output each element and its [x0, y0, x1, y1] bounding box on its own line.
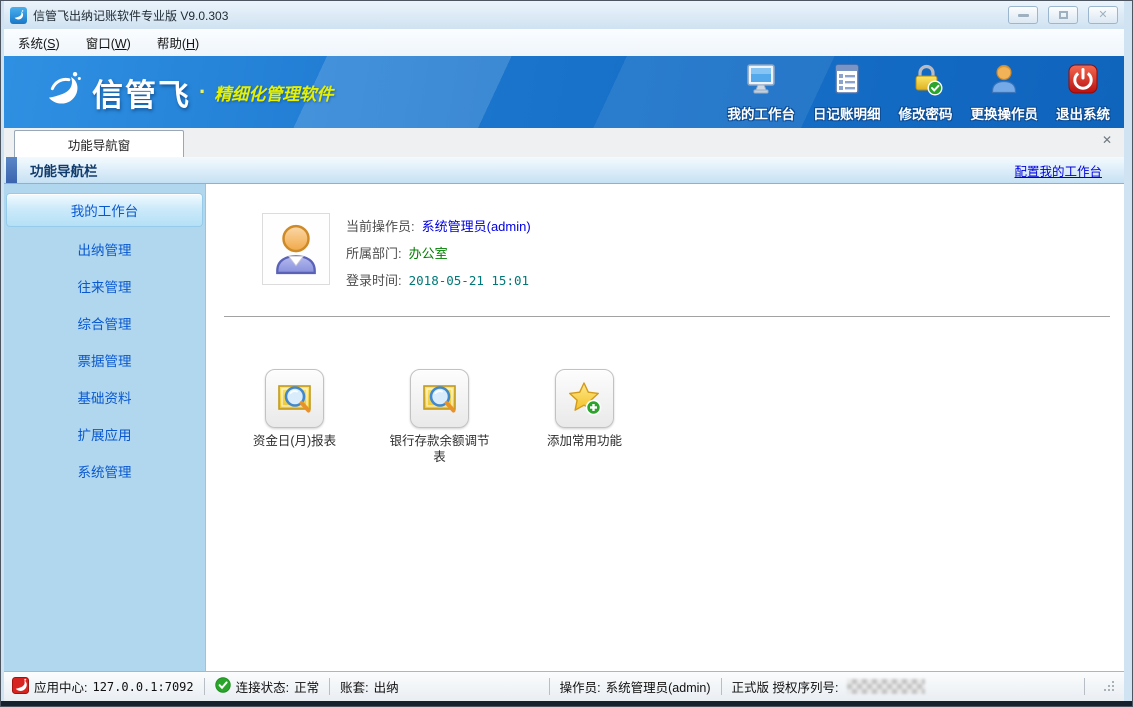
lock-check-icon [909, 62, 943, 101]
title-bar: 信管飞出纳记账软件专业版 V9.0.303 ✕ [4, 1, 1124, 29]
menu-window[interactable]: 窗口(W) [86, 33, 131, 52]
toolbar-exit-system-button[interactable]: 退出系统 [1056, 62, 1110, 123]
brand-name: 信管飞 [92, 70, 191, 115]
main-content: 当前操作员: 系统管理员(admin) 所属部门: 办公室 登录时间: 2018… [206, 184, 1124, 671]
maximize-icon [1059, 11, 1068, 19]
operator-value: 系统管理员(admin) [422, 216, 531, 235]
avatar [262, 213, 330, 285]
brand-separator: · [199, 79, 206, 105]
department-label: 所属部门: [346, 243, 402, 262]
toolbar-my-workbench-button[interactable]: 我的工作台 [728, 62, 796, 123]
account-set-label: 账套: [340, 677, 368, 696]
status-bar: 应用中心: 127.0.0.1:7092 连接状态: 正常 账套: 出纳 操作员… [4, 671, 1124, 701]
content-divider [224, 316, 1110, 317]
connection-label: 连接状态: [236, 677, 289, 696]
check-circle-icon [215, 677, 231, 696]
brand-tagline: 精细化管理软件 [214, 80, 333, 105]
status-separator [549, 678, 550, 695]
minimize-icon [1018, 14, 1029, 17]
app-center-label: 应用中心: [34, 677, 87, 696]
shortcut-add-common-function[interactable]: 添加常用功能 [512, 369, 657, 465]
monitor-icon [744, 62, 778, 101]
account-set-value: 出纳 [374, 677, 399, 696]
resize-grip[interactable] [1103, 680, 1116, 693]
status-operator-value: 系统管理员(admin) [606, 677, 711, 696]
window-title: 信管飞出纳记账软件专业版 V9.0.303 [33, 7, 998, 24]
maximize-button[interactable] [1048, 6, 1078, 24]
header-toolbar: 我的工作台 日记账明细 修改密码 更换操作员 [728, 62, 1125, 123]
sidebar: 我的工作台 出纳管理 往来管理 综合管理 票据管理 基础资料 扩展应用 系统管理 [4, 184, 206, 671]
body-row: 我的工作台 出纳管理 往来管理 综合管理 票据管理 基础资料 扩展应用 系统管理 [4, 184, 1124, 671]
sidebar-item-system-management[interactable]: 系统管理 [4, 452, 205, 489]
menu-system[interactable]: 系统(S) [18, 33, 60, 52]
app-center-status: 应用中心: 127.0.0.1:7092 [12, 677, 194, 697]
operator-label: 当前操作员: [346, 216, 415, 235]
status-separator [1084, 678, 1085, 695]
app-center-value: 127.0.0.1:7092 [92, 680, 193, 694]
app-logo-icon [10, 7, 27, 24]
status-separator [329, 678, 330, 695]
toolbar-journal-detail-button[interactable]: 日记账明细 [813, 62, 881, 123]
login-time-value: 2018-05-21 15:01 [409, 273, 529, 288]
user-panel: 当前操作员: 系统管理员(admin) 所属部门: 办公室 登录时间: 2018… [262, 213, 1124, 289]
tab-close-icon[interactable]: ✕ [1102, 134, 1112, 146]
department-value: 办公室 [409, 243, 448, 262]
close-icon: ✕ [1098, 10, 1107, 21]
tab-function-navigation[interactable]: 功能导航窗 [14, 130, 184, 157]
shortcuts-row: 资金日(月)报表 银行存款余额调节表 添加常用功能 [222, 369, 1124, 465]
app-window: 信管飞出纳记账软件专业版 V9.0.303 ✕ 系统(S) 窗口(W) 帮助(H… [0, 0, 1133, 707]
connection-status: 连接状态: 正常 [215, 677, 320, 696]
operator-row: 当前操作员: 系统管理员(admin) [346, 216, 531, 235]
status-operator-label: 操作员: [560, 677, 601, 696]
toolbar-switch-operator-button[interactable]: 更换操作员 [971, 62, 1039, 123]
login-time-row: 登录时间: 2018-05-21 15:01 [346, 270, 531, 289]
shortcut-fund-daily-monthly-report[interactable]: 资金日(月)报表 [222, 369, 367, 465]
nav-header: 功能导航栏 配置我的工作台 [4, 157, 1124, 184]
menu-bar: 系统(S) 窗口(W) 帮助(H) [4, 29, 1124, 56]
connection-value: 正常 [294, 677, 319, 696]
toolbar-change-password-button[interactable]: 修改密码 [899, 62, 953, 123]
brand: 信管飞 · 精细化管理软件 [40, 68, 333, 117]
nav-accent-bar [6, 157, 17, 183]
nav-title: 功能导航栏 [30, 160, 98, 180]
operator-status: 操作员: 系统管理员(admin) [560, 677, 711, 696]
menu-help[interactable]: 帮助(H) [157, 33, 199, 52]
journal-icon [830, 62, 864, 101]
sidebar-item-extended-apps[interactable]: 扩展应用 [4, 415, 205, 452]
power-icon [1066, 62, 1100, 101]
account-set-status: 账套: 出纳 [340, 677, 399, 696]
sidebar-item-comprehensive-management[interactable]: 综合管理 [4, 304, 205, 341]
operator-icon [987, 62, 1021, 101]
department-row: 所属部门: 办公室 [346, 243, 531, 262]
sidebar-item-bill-management[interactable]: 票据管理 [4, 341, 205, 378]
star-add-icon [555, 369, 614, 428]
banner-header: 信管飞 · 精细化管理软件 我的工作台 日记账明细 修改密码 [4, 56, 1124, 128]
sidebar-item-cashier-management[interactable]: 出纳管理 [4, 230, 205, 267]
app-logo-red-icon [12, 677, 29, 697]
login-time-label: 登录时间: [346, 270, 402, 289]
minimize-button[interactable] [1008, 6, 1038, 24]
shortcut-bank-reconciliation[interactable]: 银行存款余额调节表 [367, 369, 512, 465]
status-separator [204, 678, 205, 695]
close-button[interactable]: ✕ [1088, 6, 1118, 24]
license-status: 正式版 授权序列号: [732, 677, 926, 696]
report-search-icon [265, 369, 324, 428]
sidebar-item-contacts-management[interactable]: 往来管理 [4, 267, 205, 304]
license-label: 正式版 授权序列号: [732, 677, 839, 696]
window-frame-bottom [1, 701, 1132, 706]
user-avatar-icon [271, 223, 321, 275]
configure-workbench-link[interactable]: 配置我的工作台 [1014, 161, 1102, 180]
sidebar-item-my-workbench[interactable]: 我的工作台 [6, 193, 203, 227]
status-separator [721, 678, 722, 695]
sidebar-item-basic-data[interactable]: 基础资料 [4, 378, 205, 415]
report-search-icon [410, 369, 469, 428]
brand-swoosh-icon [40, 68, 84, 117]
user-info: 当前操作员: 系统管理员(admin) 所属部门: 办公室 登录时间: 2018… [346, 213, 531, 289]
license-serial-redacted [847, 679, 925, 694]
tab-strip: 功能导航窗 ✕ [4, 128, 1124, 157]
